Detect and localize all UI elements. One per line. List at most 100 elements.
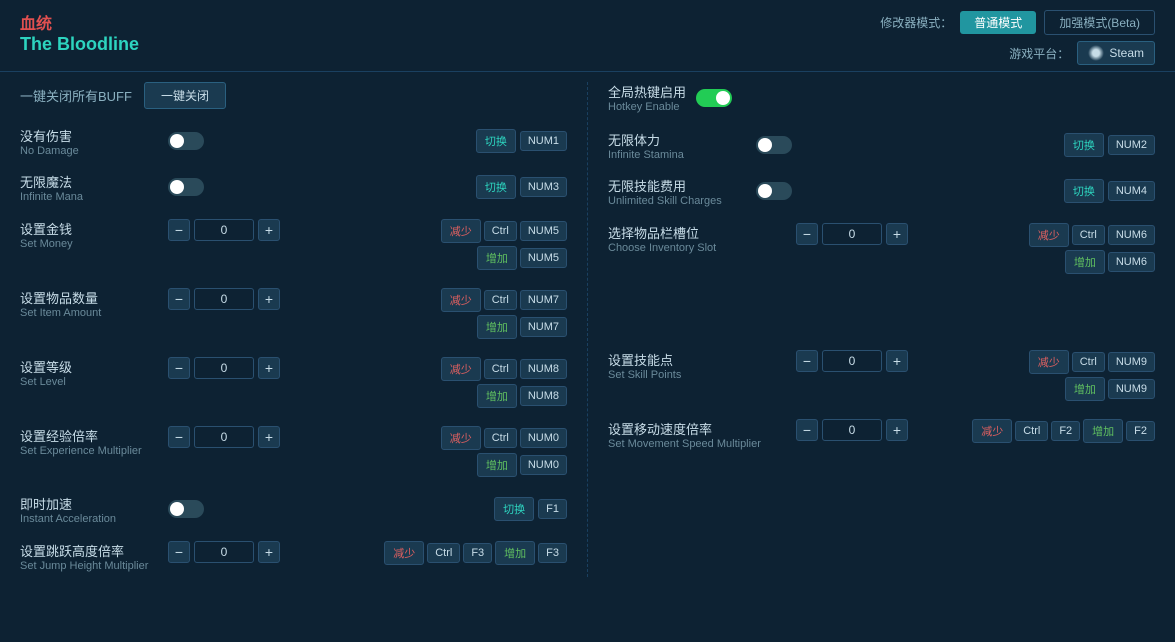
option-unlimited-skill: 无限技能费用 Unlimited Skill Charges 切换 NUM4 — [608, 173, 1155, 209]
set-move-speed-inc-btn[interactable]: + — [886, 419, 908, 441]
set-level-inc-label[interactable]: 增加 — [477, 384, 517, 408]
platform-steam-button[interactable]: Steam — [1077, 41, 1155, 65]
set-move-speed-ctrl-key[interactable]: Ctrl — [1015, 421, 1048, 441]
no-damage-key-num1[interactable]: NUM1 — [520, 131, 567, 151]
option-instant-acceleration-toggle[interactable] — [168, 500, 204, 518]
choose-inventory-dec-label[interactable]: 减少 — [1029, 223, 1069, 247]
choose-inventory-num6-key[interactable]: NUM6 — [1108, 225, 1155, 245]
hotkey-enable-toggle[interactable] — [696, 89, 732, 107]
set-money-ctrl-key[interactable]: Ctrl — [484, 221, 517, 241]
set-skill-points-ctrl-key[interactable]: Ctrl — [1072, 352, 1105, 372]
set-skill-points-number-control: − + — [796, 350, 908, 372]
set-jump-height-f3-inc-key[interactable]: F3 — [538, 543, 567, 563]
set-level-ctrl-key[interactable]: Ctrl — [484, 359, 517, 379]
option-infinite-stamina-toggle[interactable] — [756, 136, 792, 154]
set-item-amount-num7-inc-key[interactable]: NUM7 — [520, 317, 567, 337]
choose-inventory-input[interactable] — [822, 223, 882, 245]
set-item-amount-dec-label[interactable]: 减少 — [441, 288, 481, 312]
set-item-amount-inc-label[interactable]: 增加 — [477, 315, 517, 339]
set-jump-height-f3-dec-key[interactable]: F3 — [463, 543, 492, 563]
set-exp-multiplier-inc-btn[interactable]: + — [258, 426, 280, 448]
instant-acceleration-toggle-switch[interactable] — [168, 500, 204, 518]
unlimited-skill-switch-btn[interactable]: 切换 — [1064, 179, 1104, 203]
set-move-speed-f2-dec-key[interactable]: F2 — [1051, 421, 1080, 441]
set-exp-multiplier-number-control: − + — [168, 426, 280, 448]
option-no-damage-toggle[interactable] — [168, 132, 204, 150]
set-money-inc-label[interactable]: 增加 — [477, 246, 517, 270]
mode-label: 修改器模式： — [880, 14, 952, 31]
set-exp-multiplier-dec-label[interactable]: 减少 — [441, 426, 481, 450]
set-exp-multiplier-dec-key-row: 减少 Ctrl NUM0 — [441, 426, 567, 450]
option-set-level-controls: 减少 Ctrl NUM8 增加 NUM8 — [441, 357, 567, 408]
set-move-speed-f2-inc-key[interactable]: F2 — [1126, 421, 1155, 441]
infinite-stamina-key-num2[interactable]: NUM2 — [1108, 135, 1155, 155]
set-level-input[interactable] — [194, 357, 254, 379]
set-money-dec-btn[interactable]: − — [168, 219, 190, 241]
hotkey-text: 全局热键启用 Hotkey Enable — [608, 82, 686, 113]
set-exp-multiplier-num0-inc-key[interactable]: NUM0 — [520, 455, 567, 475]
set-jump-height-input[interactable] — [194, 541, 254, 563]
choose-inventory-inc-label[interactable]: 增加 — [1065, 250, 1105, 274]
set-jump-height-inc-label[interactable]: 增加 — [495, 541, 535, 565]
instant-acceleration-switch-btn[interactable]: 切换 — [494, 497, 534, 521]
set-item-amount-inc-btn[interactable]: + — [258, 288, 280, 310]
set-item-amount-num7-key[interactable]: NUM7 — [520, 290, 567, 310]
set-level-inc-btn[interactable]: + — [258, 357, 280, 379]
set-skill-points-num9-inc-key[interactable]: NUM9 — [1108, 379, 1155, 399]
set-move-speed-inc-label[interactable]: 增加 — [1083, 419, 1123, 443]
set-move-speed-input[interactable] — [822, 419, 882, 441]
set-jump-height-dec-label[interactable]: 减少 — [384, 541, 424, 565]
option-unlimited-skill-controls: 切换 NUM4 — [1064, 179, 1155, 203]
set-item-amount-ctrl-key[interactable]: Ctrl — [484, 290, 517, 310]
infinite-mana-key-num3[interactable]: NUM3 — [520, 177, 567, 197]
set-move-speed-dec-label[interactable]: 减少 — [972, 419, 1012, 443]
set-skill-points-num9-key[interactable]: NUM9 — [1108, 352, 1155, 372]
option-set-money-name: 设置金钱 Set Money — [20, 219, 160, 250]
no-damage-switch-btn[interactable]: 切换 — [476, 129, 516, 153]
set-item-amount-input[interactable] — [194, 288, 254, 310]
infinite-mana-toggle-switch[interactable] — [168, 178, 204, 196]
set-money-input[interactable] — [194, 219, 254, 241]
choose-inventory-num6-inc-key[interactable]: NUM6 — [1108, 252, 1155, 272]
set-exp-multiplier-num0-key[interactable]: NUM0 — [520, 428, 567, 448]
set-money-num5-key[interactable]: NUM5 — [520, 221, 567, 241]
choose-inventory-inc-btn[interactable]: + — [886, 223, 908, 245]
instant-acceleration-key-f1[interactable]: F1 — [538, 499, 567, 519]
set-level-dec-label[interactable]: 减少 — [441, 357, 481, 381]
set-money-num5-inc-key[interactable]: NUM5 — [520, 248, 567, 268]
set-item-amount-dec-btn[interactable]: − — [168, 288, 190, 310]
set-skill-points-inc-label[interactable]: 增加 — [1065, 377, 1105, 401]
set-level-num8-inc-key[interactable]: NUM8 — [520, 386, 567, 406]
no-damage-toggle-switch[interactable] — [168, 132, 204, 150]
set-jump-height-dec-btn[interactable]: − — [168, 541, 190, 563]
option-set-level: 设置等级 Set Level − + 减少 Ctrl NUM8 增加 NUM8 — [20, 353, 567, 408]
option-unlimited-skill-toggle[interactable] — [756, 182, 792, 200]
set-skill-points-input[interactable] — [822, 350, 882, 372]
set-exp-multiplier-ctrl-key[interactable]: Ctrl — [484, 428, 517, 448]
set-exp-multiplier-dec-btn[interactable]: − — [168, 426, 190, 448]
infinite-stamina-switch-btn[interactable]: 切换 — [1064, 133, 1104, 157]
set-level-dec-btn[interactable]: − — [168, 357, 190, 379]
infinite-mana-switch-btn[interactable]: 切换 — [476, 175, 516, 199]
option-infinite-stamina-en: Infinite Stamina — [608, 149, 748, 161]
set-exp-multiplier-inc-label[interactable]: 增加 — [477, 453, 517, 477]
set-money-inc-btn[interactable]: + — [258, 219, 280, 241]
set-jump-height-inc-btn[interactable]: + — [258, 541, 280, 563]
unlimited-skill-toggle-switch[interactable] — [756, 182, 792, 200]
set-skill-points-dec-btn[interactable]: − — [796, 350, 818, 372]
mode-normal-button[interactable]: 普通模式 — [960, 11, 1036, 34]
set-exp-multiplier-input[interactable] — [194, 426, 254, 448]
choose-inventory-ctrl-key[interactable]: Ctrl — [1072, 225, 1105, 245]
set-move-speed-dec-btn[interactable]: − — [796, 419, 818, 441]
choose-inventory-dec-btn[interactable]: − — [796, 223, 818, 245]
set-jump-height-ctrl-key[interactable]: Ctrl — [427, 543, 460, 563]
infinite-stamina-toggle-switch[interactable] — [756, 136, 792, 154]
set-skill-points-dec-label[interactable]: 减少 — [1029, 350, 1069, 374]
set-skill-points-inc-btn[interactable]: + — [886, 350, 908, 372]
set-money-dec-label[interactable]: 减少 — [441, 219, 481, 243]
mode-beta-button[interactable]: 加强模式(Beta) — [1044, 10, 1155, 35]
option-infinite-mana-toggle[interactable] — [168, 178, 204, 196]
set-level-num8-key[interactable]: NUM8 — [520, 359, 567, 379]
close-all-button[interactable]: 一键关闭 — [144, 82, 226, 109]
unlimited-skill-key-num4[interactable]: NUM4 — [1108, 181, 1155, 201]
